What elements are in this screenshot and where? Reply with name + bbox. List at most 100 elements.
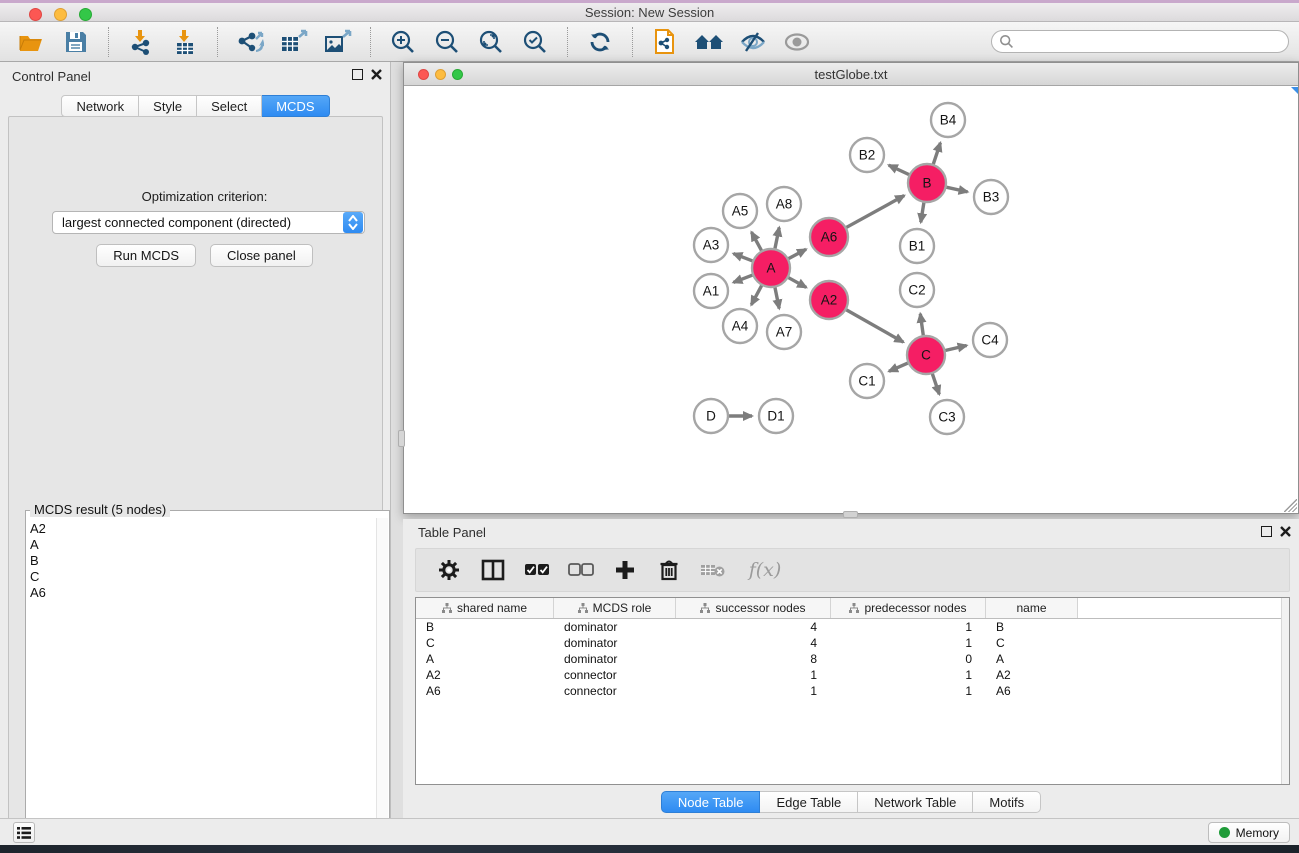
mcds-result-item[interactable]: A2 [30, 521, 376, 537]
cell-mcds-role[interactable]: connector [554, 684, 676, 698]
edge-A6-B[interactable] [845, 196, 904, 229]
tab-mcds[interactable]: MCDS [262, 95, 329, 117]
edge-B-B4[interactable] [933, 143, 941, 166]
graph-node-B2[interactable]: B2 [850, 138, 884, 172]
network-window-titlebar[interactable]: testGlobe.txt [404, 63, 1298, 86]
tab-network-table[interactable]: Network Table [858, 791, 973, 813]
graph-node-B4[interactable]: B4 [931, 103, 965, 137]
tab-edge-table[interactable]: Edge Table [760, 791, 858, 813]
cell-name[interactable]: A6 [986, 684, 1078, 698]
graph-node-B[interactable]: B [908, 164, 946, 202]
mcds-result-item[interactable]: A [30, 537, 376, 553]
cell-mcds-role[interactable]: dominator [554, 636, 676, 650]
memory-button[interactable]: Memory [1208, 822, 1290, 843]
cell-shared-name[interactable]: B [416, 620, 554, 634]
column-header-shared-name[interactable]: shared name [416, 598, 554, 618]
column-header-mcds-role[interactable]: MCDS role [554, 598, 676, 618]
graph-node-C1[interactable]: C1 [850, 364, 884, 398]
edge-A-A1[interactable] [733, 274, 754, 282]
mcds-result-item[interactable]: B [30, 553, 376, 569]
save-session-button[interactable] [54, 25, 98, 59]
edge-A-A2[interactable] [787, 277, 806, 288]
network-window[interactable]: testGlobe.txt B4B2BB3A8A5A6A3B1AA1C2A2A4… [403, 62, 1299, 514]
node-table[interactable]: shared nameMCDS rolesuccessor nodesprede… [415, 597, 1290, 785]
hide-graphics-details-button[interactable] [731, 25, 775, 59]
network-close-button[interactable] [418, 69, 429, 80]
cell-successor-nodes[interactable]: 4 [676, 620, 831, 634]
cell-name[interactable]: B [986, 620, 1078, 634]
edge-C-C2[interactable] [920, 314, 923, 337]
table-row[interactable]: A6connector11A6 [416, 683, 1289, 699]
cell-predecessor-nodes[interactable]: 0 [831, 652, 986, 666]
mcds-result-list[interactable]: A2ABCA6 [27, 518, 376, 853]
cell-shared-name[interactable]: C [416, 636, 554, 650]
select-all-columns-button[interactable] [522, 555, 552, 585]
cell-predecessor-nodes[interactable]: 1 [831, 668, 986, 682]
export-table-button[interactable] [272, 25, 316, 59]
mcds-result-item[interactable]: A6 [30, 585, 376, 601]
graph-node-A7[interactable]: A7 [767, 315, 801, 349]
graph-node-D[interactable]: D [694, 399, 728, 433]
float-panel-icon[interactable] [352, 69, 363, 80]
cell-shared-name[interactable]: A2 [416, 668, 554, 682]
refresh-layout-button[interactable] [578, 25, 622, 59]
table-row[interactable]: Cdominator41C [416, 635, 1289, 651]
graph-node-C2[interactable]: C2 [900, 273, 934, 307]
show-column-button[interactable] [478, 555, 508, 585]
import-table-button[interactable] [163, 25, 207, 59]
cell-successor-nodes[interactable]: 1 [676, 684, 831, 698]
graph-node-C4[interactable]: C4 [973, 323, 1007, 357]
home-button[interactable] [687, 25, 731, 59]
function-builder-button[interactable]: f(x) [742, 555, 788, 585]
export-network-button[interactable] [228, 25, 272, 59]
network-minimize-button[interactable] [435, 69, 446, 80]
cell-name[interactable]: C [986, 636, 1078, 650]
edge-A-A3[interactable] [733, 254, 754, 262]
add-column-button[interactable] [610, 555, 640, 585]
open-session-button[interactable] [10, 25, 54, 59]
import-network-button[interactable] [119, 25, 163, 59]
cell-successor-nodes[interactable]: 1 [676, 668, 831, 682]
edge-C-C1[interactable] [889, 362, 910, 371]
network-resize-grip[interactable] [1284, 499, 1297, 512]
column-header-successor-nodes[interactable]: successor nodes [676, 598, 831, 618]
graph-node-D1[interactable]: D1 [759, 399, 793, 433]
graph-node-A1[interactable]: A1 [694, 274, 728, 308]
cell-shared-name[interactable]: A [416, 652, 554, 666]
zoom-selected-button[interactable] [513, 25, 557, 59]
column-header-name[interactable]: name [986, 598, 1078, 618]
table-options-button[interactable] [434, 555, 464, 585]
cell-successor-nodes[interactable]: 8 [676, 652, 831, 666]
edge-A-A6[interactable] [787, 249, 806, 259]
edge-A-A5[interactable] [751, 232, 762, 252]
tab-motifs[interactable]: Motifs [973, 791, 1041, 813]
graph-node-B3[interactable]: B3 [974, 180, 1008, 214]
close-panel-button[interactable]: Close panel [210, 244, 313, 267]
edge-C-C4[interactable] [944, 345, 967, 350]
edge-A-A8[interactable] [775, 228, 780, 251]
cell-mcds-role[interactable]: dominator [554, 620, 676, 634]
cell-successor-nodes[interactable]: 4 [676, 636, 831, 650]
tab-select[interactable]: Select [197, 95, 262, 117]
graph-node-A5[interactable]: A5 [723, 194, 757, 228]
edge-A-A7[interactable] [775, 286, 780, 309]
table-row[interactable]: Adominator80A [416, 651, 1289, 667]
table-row[interactable]: A2connector11A2 [416, 667, 1289, 683]
cell-name[interactable]: A [986, 652, 1078, 666]
graph-node-A6[interactable]: A6 [810, 218, 848, 256]
edge-B-B2[interactable] [889, 165, 911, 175]
table-scrollbar[interactable] [1281, 598, 1289, 784]
graph-node-A8[interactable]: A8 [767, 187, 801, 221]
mcds-result-item[interactable]: C [30, 569, 376, 585]
tab-network[interactable]: Network [61, 95, 139, 117]
edge-B-B3[interactable] [945, 187, 968, 192]
delete-columns-button[interactable] [654, 555, 684, 585]
run-mcds-button[interactable]: Run MCDS [96, 244, 196, 267]
close-panel-icon[interactable] [371, 69, 382, 80]
network-canvas[interactable]: B4B2BB3A8A5A6A3B1AA1C2A2A4A7C4CC1C3DD1 [405, 87, 1297, 512]
export-image-button[interactable] [316, 25, 360, 59]
split-divider-handle-bottom[interactable] [843, 511, 858, 518]
graph-node-A4[interactable]: A4 [723, 309, 757, 343]
edge-B-B1[interactable] [921, 201, 924, 223]
column-header-predecessor-nodes[interactable]: predecessor nodes [831, 598, 986, 618]
